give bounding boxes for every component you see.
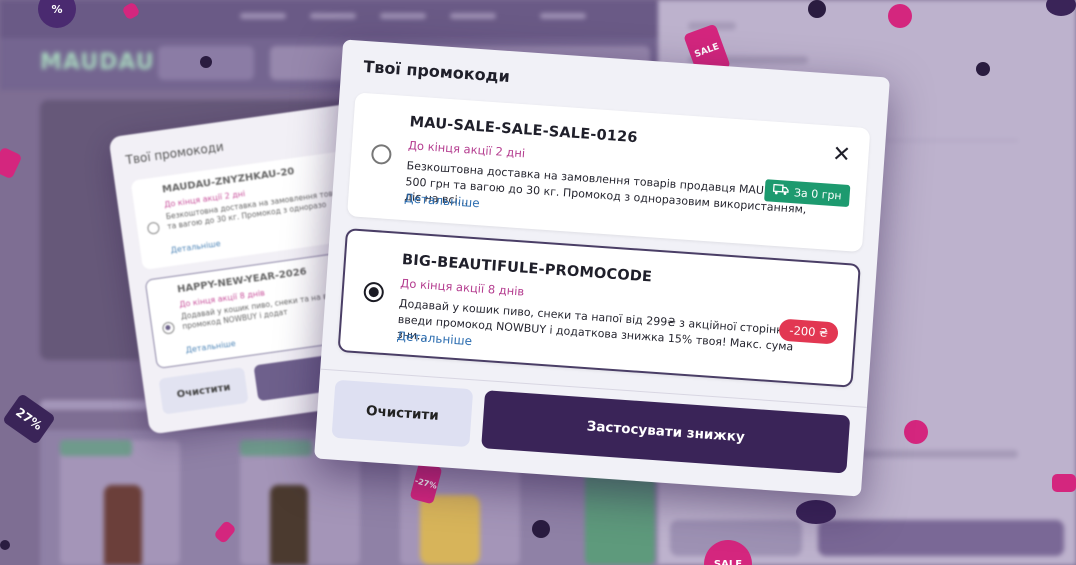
percent-badge	[976, 62, 990, 76]
truck-icon	[773, 183, 790, 199]
clear-button[interactable]: Очистити	[331, 379, 474, 448]
percent-badge	[796, 500, 836, 524]
bottle-image	[104, 485, 142, 565]
percent-badge	[904, 420, 928, 444]
sale-tag-small	[1052, 474, 1076, 492]
back-promo-radio	[146, 221, 161, 235]
discount-badge: -200 ₴	[778, 318, 839, 345]
promo-codes-modal: Твої промокоди ✕ MAU-SALE-SALE-SALE-0126…	[314, 39, 890, 497]
promo-radio-selected[interactable]	[363, 281, 385, 303]
percent-badge	[808, 0, 826, 18]
product-badge	[240, 440, 312, 456]
percent-badge	[0, 540, 10, 550]
back-promo-desc: Безкоштовна доставка на замовлення това …	[165, 186, 354, 231]
back-modal-title: Твої промокоди	[124, 139, 225, 168]
cart-checkout-button	[818, 520, 1064, 556]
promo-expiry: До кінця акції 8 днів	[399, 275, 525, 299]
back-promo-more: Детальніше	[185, 338, 237, 355]
back-clear-button: Очистити	[158, 366, 249, 415]
close-icon[interactable]: ✕	[830, 142, 853, 168]
back-promo-more: Детальніше	[170, 239, 222, 255]
percent-badge	[532, 520, 550, 538]
site-logo: MAUDAU	[40, 50, 155, 75]
snack-image	[420, 495, 480, 565]
promo-expiry: До кінця акції 2 дні	[407, 138, 526, 161]
back-promo-radio	[161, 321, 176, 335]
bottle-image	[270, 485, 308, 565]
promo-radio[interactable]	[370, 143, 393, 166]
product-badge	[60, 440, 132, 456]
percent-badge	[200, 56, 212, 68]
badge-label: За 0 грн	[793, 185, 843, 203]
percent-badge	[888, 4, 912, 28]
